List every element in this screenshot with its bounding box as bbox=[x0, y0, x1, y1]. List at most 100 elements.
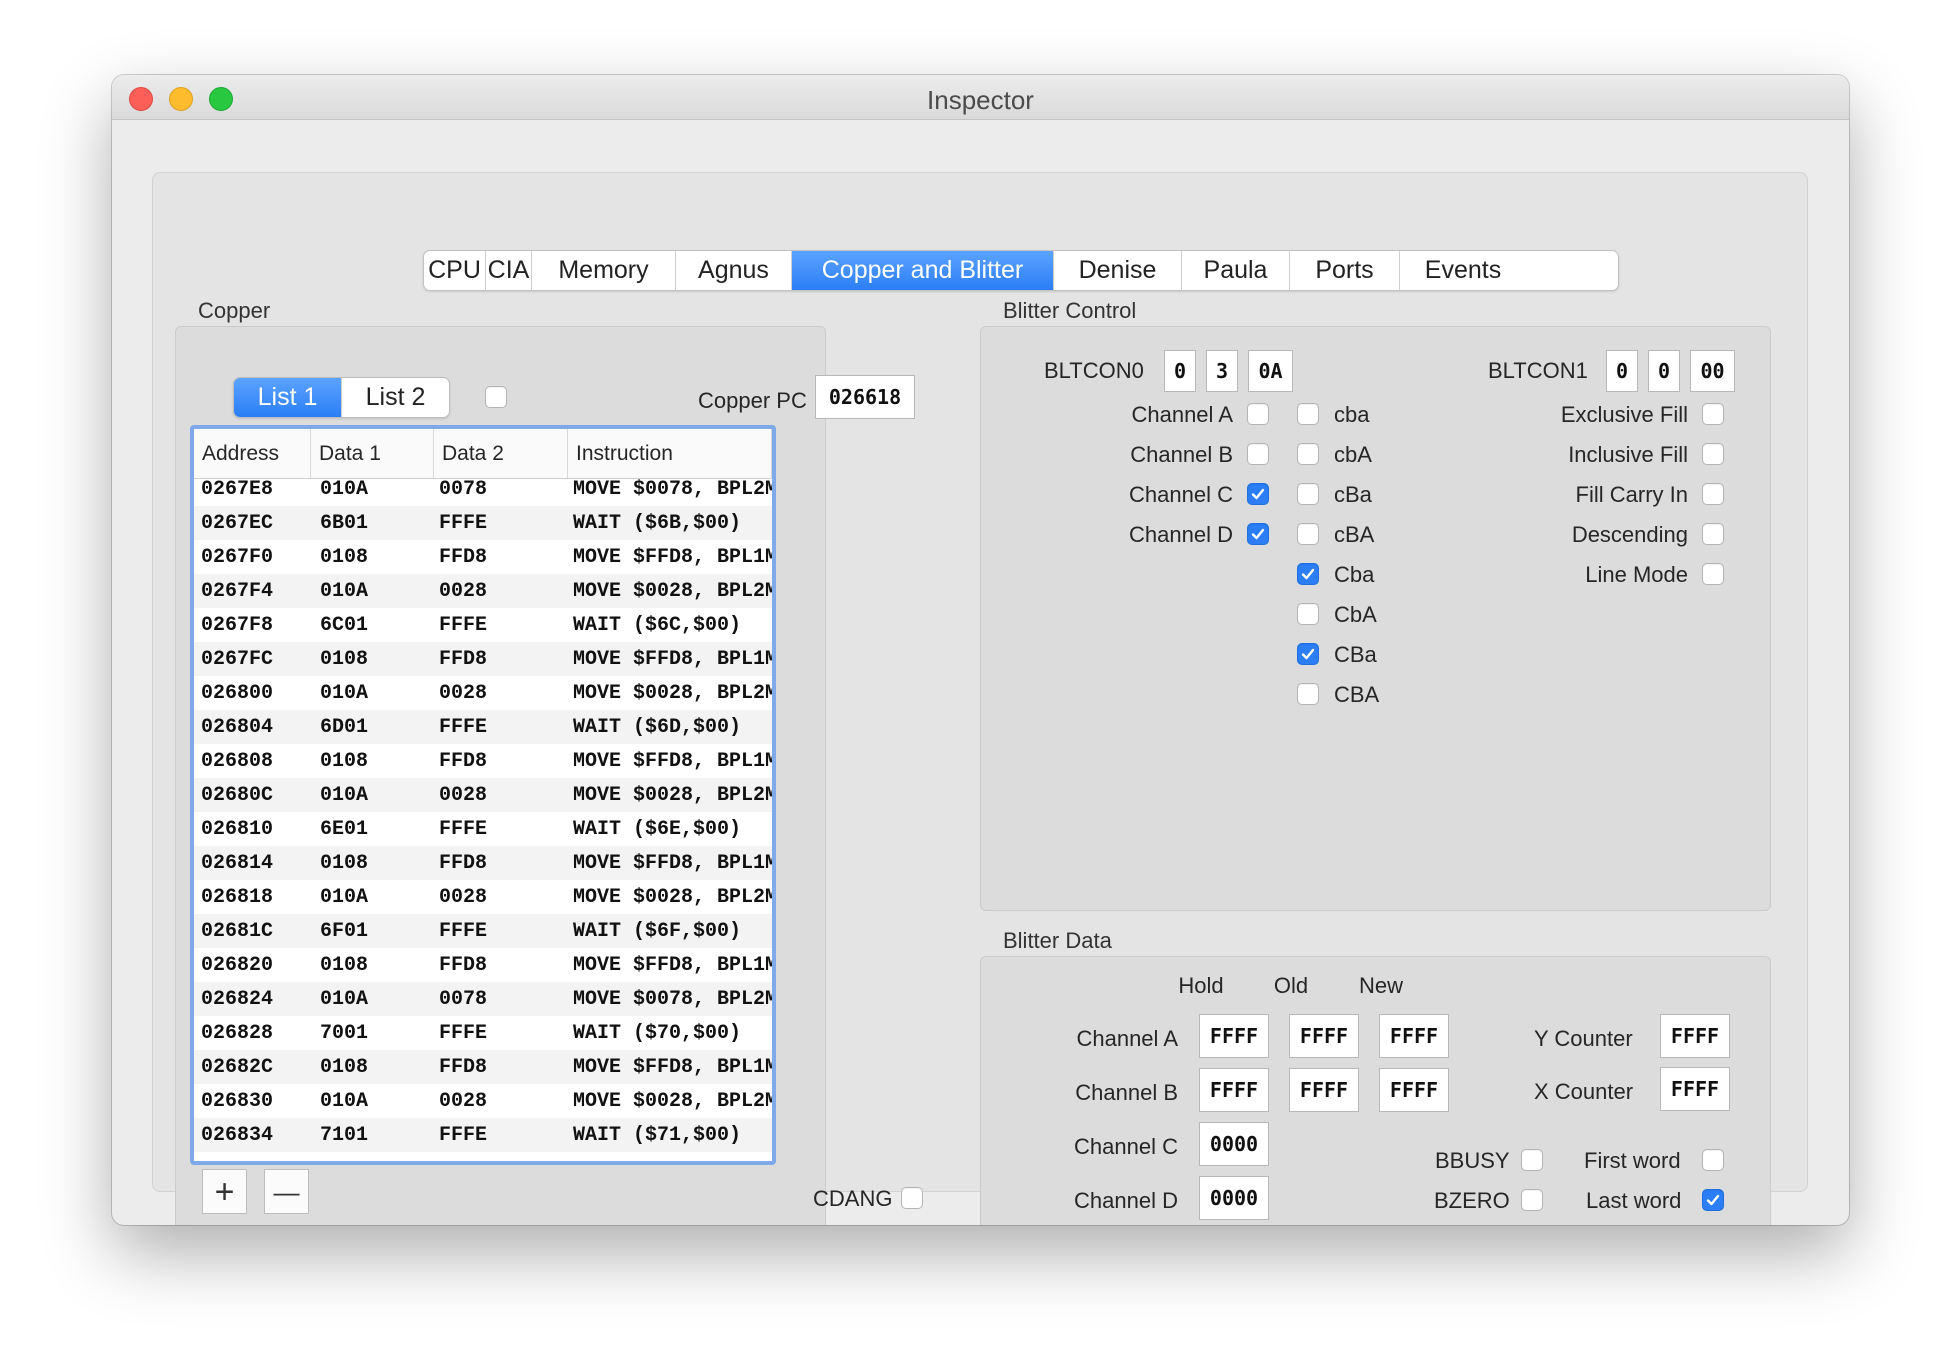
channel-a-old-field[interactable]: FFFF bbox=[1289, 1014, 1359, 1058]
channel-c-hold-field[interactable]: 0000 bbox=[1199, 1122, 1269, 1166]
bltcon0-field-3[interactable]: 0A bbox=[1248, 350, 1293, 392]
tab-memory[interactable]: Memory bbox=[532, 251, 676, 290]
cell-address: 0267F8 bbox=[201, 614, 274, 637]
channel-b-old-field[interactable]: FFFF bbox=[1289, 1068, 1359, 1112]
table-row[interactable]: 0267E8 010A 0078 MOVE $0078, BPL2MOD bbox=[194, 479, 772, 506]
minterm-cBA-checkbox[interactable] bbox=[1297, 523, 1319, 545]
copper-list-table[interactable]: Address Data 1 Data 2 Instruction 0267E8… bbox=[190, 425, 776, 1165]
channel-b-checkbox[interactable] bbox=[1247, 443, 1269, 465]
list-1-button[interactable]: List 1 bbox=[234, 378, 341, 417]
cell-data2: 0028 bbox=[439, 886, 488, 909]
tab-cia[interactable]: CIA bbox=[486, 251, 532, 290]
cell-data2: FFD8 bbox=[439, 954, 488, 977]
minterm-CbA-checkbox[interactable] bbox=[1297, 603, 1319, 625]
add-button[interactable]: + bbox=[202, 1169, 247, 1214]
minterm-cBA-label: cBA bbox=[1334, 522, 1375, 547]
tab-events[interactable]: Events bbox=[1400, 251, 1526, 290]
table-row[interactable]: 026820 0108 FFD8 MOVE $FFD8, BPL1MOD bbox=[194, 948, 772, 982]
exclusive-fill-checkbox[interactable] bbox=[1702, 403, 1724, 425]
table-row[interactable]: 026830 010A 0028 MOVE $0028, BPL2MOD bbox=[194, 1084, 772, 1118]
tab-copper-and-blitter[interactable]: Copper and Blitter bbox=[792, 251, 1054, 290]
bltcon1-field-1[interactable]: 0 bbox=[1606, 350, 1638, 392]
cell-instruction: MOVE $0028, BPL2MOD bbox=[573, 784, 772, 807]
channel-a-new-field[interactable]: FFFF bbox=[1379, 1014, 1449, 1058]
channel-c-label: Channel C bbox=[1129, 482, 1233, 507]
table-row[interactable]: 026804 6D01 FFFE WAIT ($6D,$00) bbox=[194, 710, 772, 744]
table-row[interactable]: 0267F4 010A 0028 MOVE $0028, BPL2MOD bbox=[194, 574, 772, 608]
cell-instruction: MOVE $0028, BPL2MOD bbox=[573, 580, 772, 603]
bltcon1-field-2[interactable]: 0 bbox=[1648, 350, 1680, 392]
channel-d-hold-field[interactable]: 0000 bbox=[1199, 1176, 1269, 1220]
table-row[interactable]: 0267F8 6C01 FFFE WAIT ($6C,$00) bbox=[194, 608, 772, 642]
minterm-cBa-checkbox[interactable] bbox=[1297, 483, 1319, 505]
table-row[interactable]: 02682C 0108 FFD8 MOVE $FFD8, BPL1MOD bbox=[194, 1050, 772, 1084]
table-row[interactable]: 026808 0108 FFD8 MOVE $FFD8, BPL1MOD bbox=[194, 744, 772, 778]
cell-data2: FFD8 bbox=[439, 648, 488, 671]
list-2-checkbox[interactable] bbox=[485, 386, 507, 408]
first-word-checkbox[interactable] bbox=[1702, 1149, 1724, 1171]
line-mode-checkbox[interactable] bbox=[1702, 563, 1724, 585]
descending-checkbox[interactable] bbox=[1702, 523, 1724, 545]
tab-agnus[interactable]: Agnus bbox=[676, 251, 792, 290]
bltcon0-field-2[interactable]: 3 bbox=[1206, 350, 1238, 392]
tab-ports[interactable]: Ports bbox=[1290, 251, 1400, 290]
table-row[interactable]: 026834 7101 FFFE WAIT ($71,$00) bbox=[194, 1118, 772, 1152]
channel-d-checkbox[interactable] bbox=[1247, 523, 1269, 545]
minterm-CBa-label: CBa bbox=[1334, 642, 1377, 667]
table-row[interactable]: 026814 0108 FFD8 MOVE $FFD8, BPL1MOD bbox=[194, 846, 772, 880]
table-row[interactable]: 02680C 010A 0028 MOVE $0028, BPL2MOD bbox=[194, 778, 772, 812]
channel-b-new-field[interactable]: FFFF bbox=[1379, 1068, 1449, 1112]
remove-button[interactable]: — bbox=[264, 1169, 309, 1214]
table-row[interactable]: 02681C 6F01 FFFE WAIT ($6F,$00) bbox=[194, 914, 772, 948]
cell-data1: 6F01 bbox=[320, 920, 369, 943]
cell-instruction: MOVE $0078, BPL2MOD bbox=[573, 988, 772, 1011]
column-instruction[interactable]: Instruction bbox=[568, 429, 772, 479]
column-address[interactable]: Address bbox=[194, 429, 311, 479]
minterm-cBa-label: cBa bbox=[1334, 482, 1372, 507]
cell-data2: FFFE bbox=[439, 1022, 488, 1045]
table-row[interactable]: 0267FC 0108 FFD8 MOVE $FFD8, BPL1MOD bbox=[194, 642, 772, 676]
title-bar: Inspector bbox=[112, 75, 1849, 120]
minterm-cba-checkbox[interactable] bbox=[1297, 403, 1319, 425]
minterm-Cba-checkbox[interactable] bbox=[1297, 563, 1319, 585]
inclusive-fill-checkbox[interactable] bbox=[1702, 443, 1724, 465]
minterm-cba-label: cba bbox=[1334, 402, 1370, 427]
table-row[interactable]: 026824 010A 0078 MOVE $0078, BPL2MOD bbox=[194, 982, 772, 1016]
bltcon1-field-3[interactable]: 00 bbox=[1690, 350, 1735, 392]
tab-paula[interactable]: Paula bbox=[1182, 251, 1290, 290]
channel-a-hold-field[interactable]: FFFF bbox=[1199, 1014, 1269, 1058]
table-row[interactable]: 026818 010A 0028 MOVE $0028, BPL2MOD bbox=[194, 880, 772, 914]
channel-a-checkbox[interactable] bbox=[1247, 403, 1269, 425]
channel-a-data-label: Channel A bbox=[1076, 1026, 1178, 1051]
column-data2[interactable]: Data 2 bbox=[434, 429, 568, 479]
tab-denise[interactable]: Denise bbox=[1054, 251, 1182, 290]
cell-data1: 0108 bbox=[320, 546, 369, 569]
channel-a-label: Channel A bbox=[1131, 402, 1233, 427]
cell-address: 02681C bbox=[201, 920, 274, 943]
tab-cpu[interactable]: CPU bbox=[424, 251, 486, 290]
cdang-checkbox[interactable] bbox=[901, 1187, 923, 1209]
channel-b-hold-field[interactable]: FFFF bbox=[1199, 1068, 1269, 1112]
column-data1[interactable]: Data 1 bbox=[311, 429, 434, 479]
table-row[interactable]: 026800 010A 0028 MOVE $0028, BPL2MOD bbox=[194, 676, 772, 710]
minterm-cbA-checkbox[interactable] bbox=[1297, 443, 1319, 465]
table-row[interactable]: 0267F0 0108 FFD8 MOVE $FFD8, BPL1MOD bbox=[194, 540, 772, 574]
channel-c-checkbox[interactable] bbox=[1247, 483, 1269, 505]
table-row[interactable]: 026810 6E01 FFFE WAIT ($6E,$00) bbox=[194, 812, 772, 846]
minterm-CBa-checkbox[interactable] bbox=[1297, 643, 1319, 665]
bltcon0-field-1[interactable]: 0 bbox=[1164, 350, 1196, 392]
cell-address: 0267F0 bbox=[201, 546, 274, 569]
list-2-button[interactable]: List 2 bbox=[341, 378, 449, 417]
bbusy-checkbox[interactable] bbox=[1521, 1149, 1543, 1171]
table-row[interactable]: 026828 7001 FFFE WAIT ($70,$00) bbox=[194, 1016, 772, 1050]
inspector-window: Inspector Copper List 1 List 2 Copper PC… bbox=[112, 75, 1849, 1225]
y-counter-field[interactable]: FFFF bbox=[1660, 1014, 1730, 1058]
minterm-CBA-checkbox[interactable] bbox=[1297, 683, 1319, 705]
copper-pc-field[interactable]: 026618 bbox=[815, 375, 915, 419]
table-row[interactable]: 0267EC 6B01 FFFE WAIT ($6B,$00) bbox=[194, 506, 772, 540]
x-counter-field[interactable]: FFFF bbox=[1660, 1067, 1730, 1111]
bzero-checkbox[interactable] bbox=[1521, 1189, 1543, 1211]
cell-data1: 0108 bbox=[320, 1056, 369, 1079]
fill-carry-in-checkbox[interactable] bbox=[1702, 483, 1724, 505]
last-word-checkbox[interactable] bbox=[1702, 1189, 1724, 1211]
